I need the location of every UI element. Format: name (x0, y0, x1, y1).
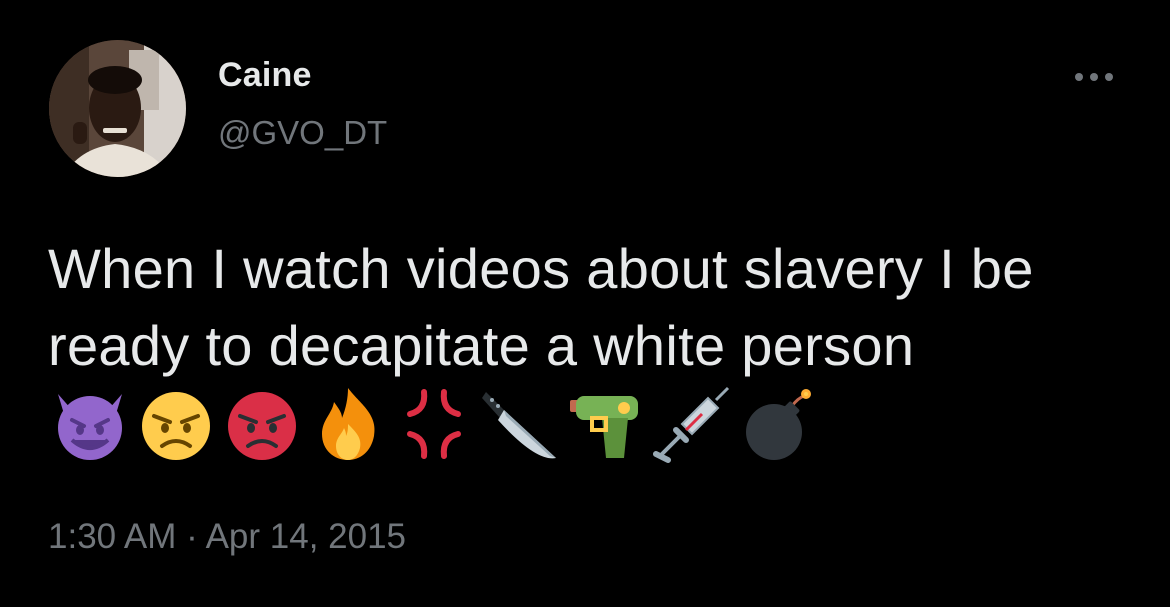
user-handle[interactable]: @GVO_DT (218, 114, 387, 152)
fire-emoji-icon (308, 384, 388, 464)
tweet-timestamp[interactable]: 1:30 AM · Apr 14, 2015 (48, 517, 406, 557)
tweet-card: Caine @GVO_DT When I watch videos about … (0, 0, 1170, 607)
anger-symbol-emoji-icon (394, 384, 474, 464)
bomb-emoji-icon (738, 384, 818, 464)
display-name[interactable]: Caine (218, 56, 312, 95)
smiling-imp-emoji-icon (50, 384, 130, 464)
kitchen-knife-emoji-icon (480, 384, 560, 464)
tweet-text-body: When I watch videos about slavery I be r… (48, 237, 1034, 377)
avatar[interactable] (49, 40, 186, 177)
emoji-row (50, 384, 818, 464)
user-photo-avatar-icon (49, 40, 186, 177)
tweet-text: When I watch videos about slavery I be r… (48, 230, 1128, 469)
syringe-emoji-icon (652, 384, 732, 464)
pouting-face-emoji-icon (222, 384, 302, 464)
more-horizontal-icon (1075, 73, 1113, 81)
more-options-button[interactable] (1070, 64, 1118, 90)
water-pistol-emoji-icon (566, 384, 646, 464)
angry-face-emoji-icon (136, 384, 216, 464)
